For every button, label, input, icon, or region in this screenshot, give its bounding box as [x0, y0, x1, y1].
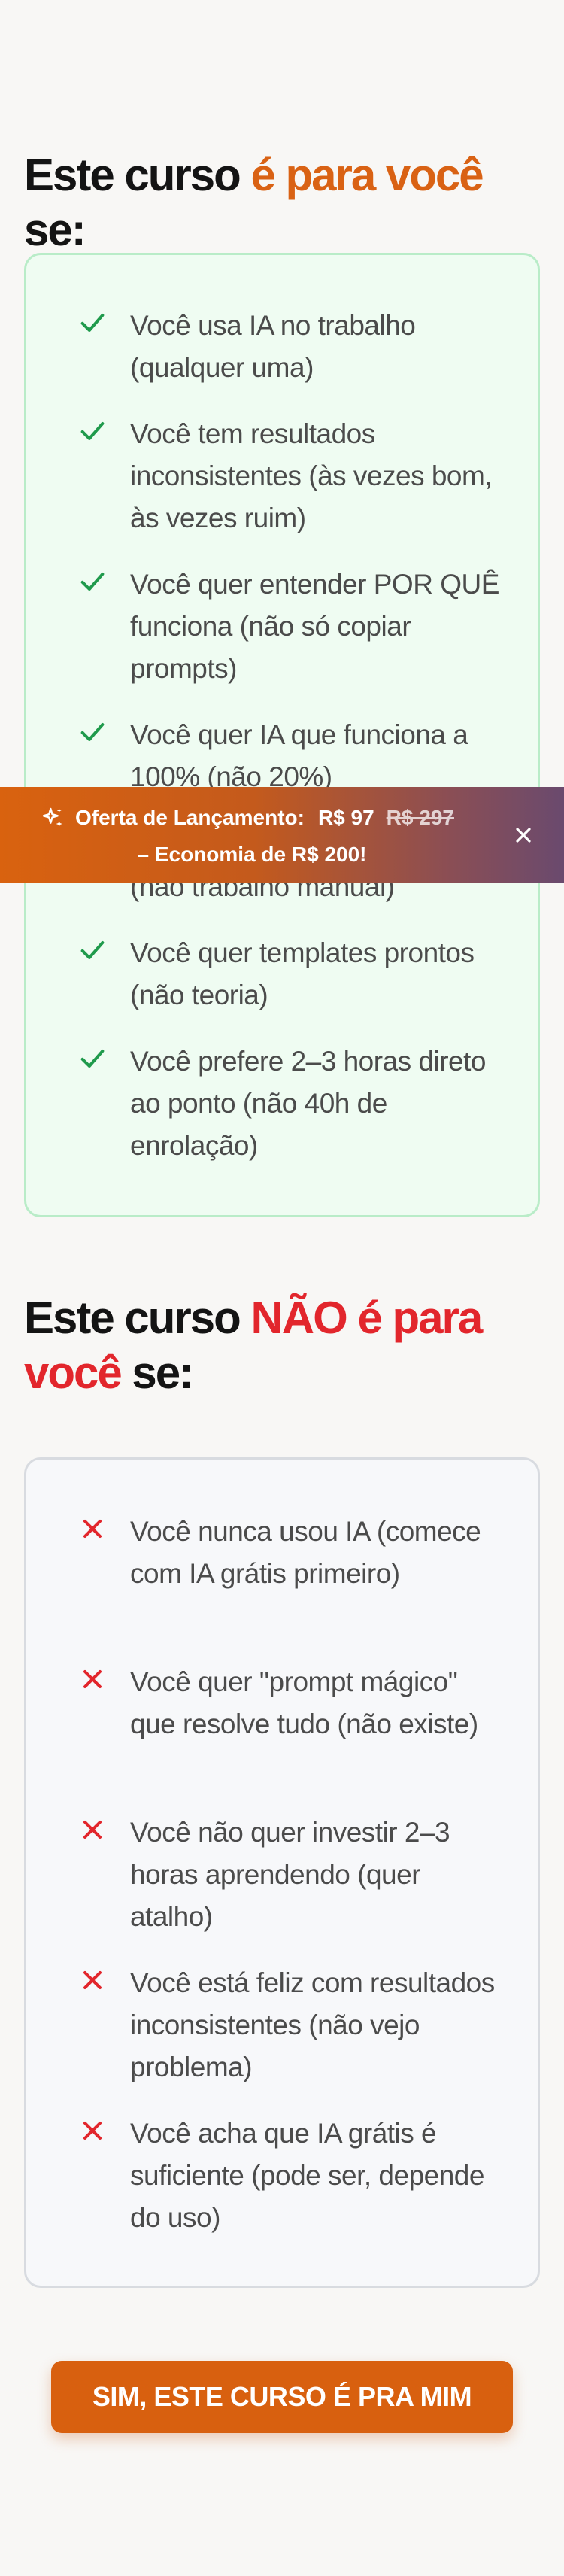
promo-savings: – Economia de R$ 200! — [137, 843, 367, 866]
cross-icon — [83, 2122, 102, 2140]
for-you-title: Este curso é para você se: — [24, 147, 543, 257]
check-icon — [80, 573, 105, 591]
not-for-you-item-text: Você não quer investir 2–3 horas aprende… — [130, 1817, 450, 1932]
cross-icon — [83, 1520, 102, 1538]
for-you-card: Você usa IA no trabalho (qualquer uma) V… — [24, 253, 540, 1217]
for-you-item-text: Você quer IA que funciona a 100% (não 20… — [130, 719, 468, 792]
for-you-title-part1: Este curso — [24, 150, 251, 200]
promo-price: R$ 97 — [317, 806, 374, 829]
cross-icon — [83, 1670, 102, 1688]
for-you-title-part2: se: — [24, 205, 86, 256]
promo-banner-line1: Oferta de Lançamento: R$ 97 R$ 297 — [41, 802, 454, 834]
cross-icon — [83, 1971, 102, 1989]
not-for-you-item-text: Você quer "prompt mágico" que resolve tu… — [130, 1666, 478, 1739]
check-icon — [80, 723, 105, 741]
not-for-you-item-text: Você nunca usou IA (comece com IA grátis… — [130, 1516, 481, 1589]
not-for-you-card: Você nunca usou IA (comece com IA grátis… — [24, 1457, 540, 2288]
for-you-item-text: Você prefere 2–3 horas direto ao ponto (… — [130, 1046, 487, 1161]
promo-banner: Oferta de Lançamento: R$ 97 R$ 297 – Eco… — [0, 787, 564, 883]
not-for-you-item-text: Você acha que IA grátis é suficiente (po… — [130, 2118, 484, 2233]
not-for-you-title: Este curso NÃO é para você se: — [24, 1290, 543, 1400]
cross-icon — [83, 1821, 102, 1839]
for-you-title-accent: é para você — [250, 150, 484, 200]
promo-old-price: R$ 297 — [386, 806, 454, 829]
close-icon[interactable] — [511, 823, 535, 847]
for-you-item-text: Você tem resultados inconsistentes (às v… — [130, 418, 493, 533]
for-you-item-text: Você usa IA no trabalho (qualquer uma) — [130, 310, 416, 383]
sparkle-icon — [42, 807, 62, 827]
not-for-you-item-text: Você está feliz com resultados inconsist… — [130, 1967, 495, 2082]
check-icon — [80, 941, 105, 959]
for-you-item-text: Você quer entender POR QUÊ funciona (não… — [130, 569, 499, 684]
promo-label: Oferta de Lançamento: — [75, 806, 305, 829]
cta-button[interactable]: SIM, ESTE CURSO É PRA MIM — [51, 2361, 513, 2433]
check-icon — [80, 314, 105, 332]
check-icon — [80, 422, 105, 440]
not-for-you-title-part2: se: — [120, 1347, 194, 1399]
not-for-you-title-part1: Este curso — [24, 1293, 251, 1343]
for-you-item-text: Você quer templates prontos (não teoria) — [130, 937, 475, 1010]
page: Este curso é para você se: Você usa IA n… — [0, 0, 564, 2576]
check-icon — [80, 1050, 105, 1068]
